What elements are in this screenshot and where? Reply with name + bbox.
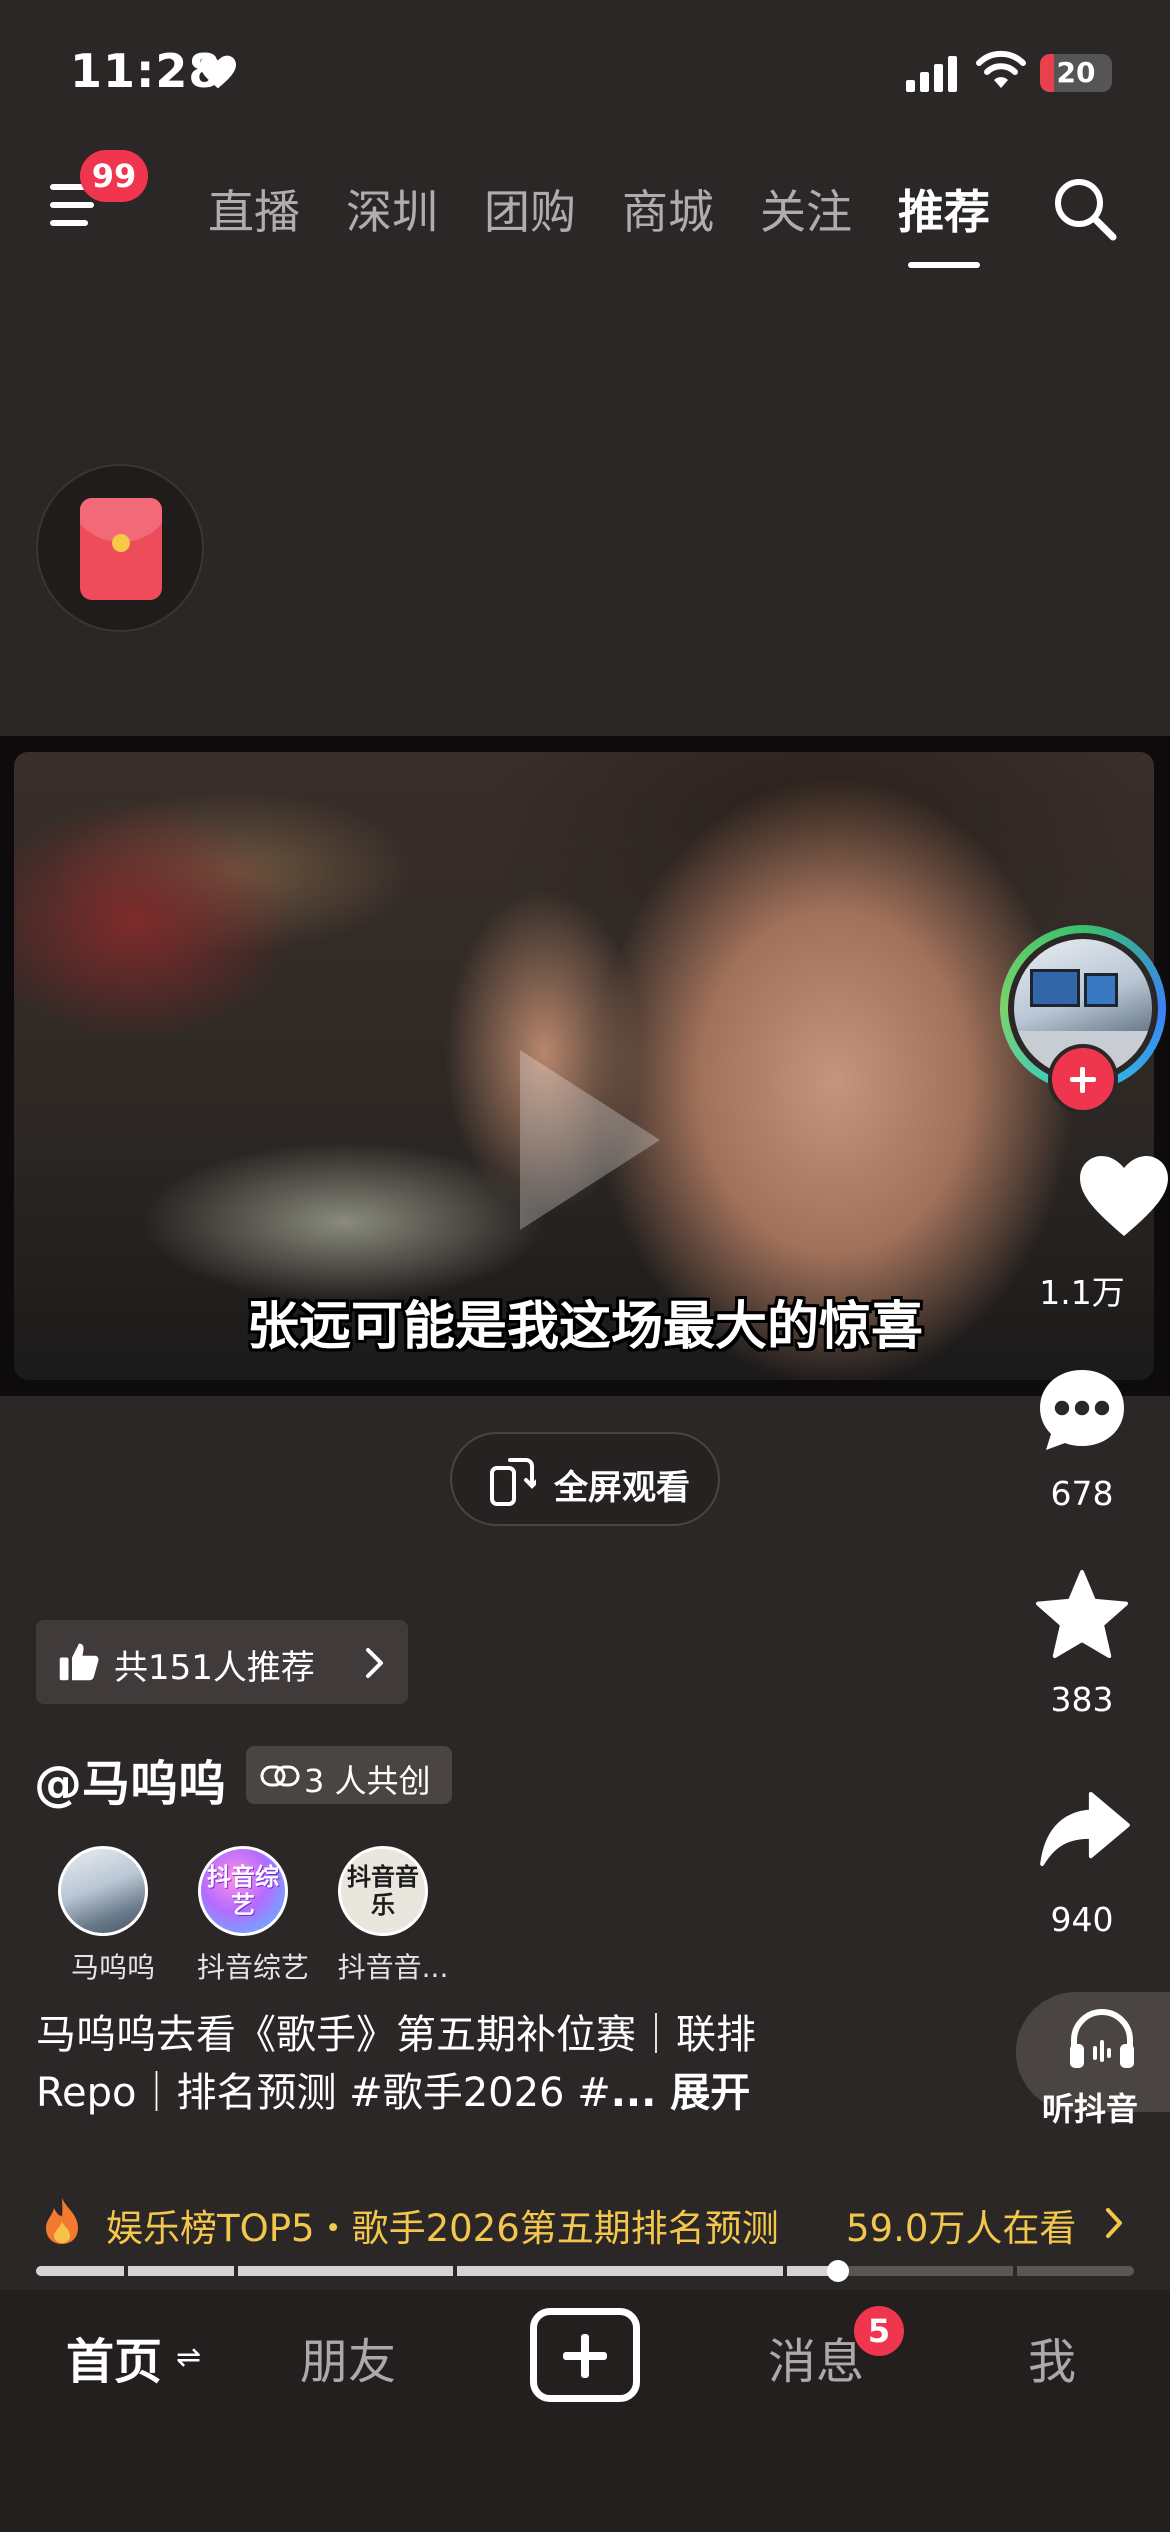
headphones-icon [1070, 2009, 1134, 2068]
tab-following[interactable]: 关注 [760, 176, 852, 242]
video-progress-bar[interactable] [36, 2260, 1134, 2282]
coauthor-name: 抖音综艺 [196, 1951, 309, 1984]
listen-douyin-label: 听抖音 [1041, 2090, 1138, 2128]
tab-mall[interactable]: 商城 [622, 176, 714, 242]
nav-friends[interactable]: 朋友 [300, 2322, 396, 2392]
link-icon [260, 1765, 300, 1787]
hot-viewer-count: 59.0万人在看 [846, 2207, 1077, 2250]
battery-icon: 20 [1040, 54, 1112, 92]
expand-caption-button[interactable]: ... 展开 [611, 2070, 751, 2116]
progress-segment-divider [1013, 2266, 1018, 2276]
like-count: 1.1万 [1039, 1273, 1125, 1312]
fullscreen-label: 全屏观看 [554, 1468, 690, 1508]
avatar: 抖音音乐 [338, 1846, 428, 1936]
share-icon[interactable] [1040, 1790, 1130, 1868]
refresh-icon[interactable]: ⇌ [176, 2340, 201, 2375]
favorite-count: 383 [1050, 1680, 1114, 1719]
progress-segment-divider [453, 2266, 458, 2276]
caption-line: Repo｜排名预测 #歌手2026 #... 展开 [36, 2064, 916, 2122]
red-envelope-icon [80, 498, 162, 600]
active-tab-indicator [908, 262, 980, 268]
caption-line: 马呜呜去看《歌手》第五期补位赛｜联排 [36, 2012, 756, 2058]
nav-home[interactable]: 首页 [66, 2322, 162, 2392]
like-icon[interactable] [1076, 1152, 1170, 1240]
caption-text: Repo｜排名预测 #歌手2026 # [36, 2070, 611, 2116]
avatar: 抖音综艺 [198, 1846, 288, 1936]
coauthor-name: 抖音音... [337, 1951, 449, 1984]
avatar [58, 1846, 148, 1936]
tab-shenzhen[interactable]: 深圳 [346, 176, 438, 242]
rotate-screen-icon [490, 1458, 536, 1506]
comment-count: 678 [1050, 1474, 1114, 1513]
battery-level: 20 [1056, 56, 1096, 89]
progress-segment-divider [782, 2266, 787, 2276]
coauthor-logo-text: 抖音音乐 [347, 1863, 419, 1919]
wifi-icon [976, 50, 1026, 88]
top-nav [0, 150, 1170, 280]
nav-me[interactable]: 我 [1028, 2322, 1076, 2392]
hot-ranking-title: 娱乐榜TOP5・歌手2026第五期排名预测 [106, 2207, 779, 2250]
progress-segment-divider [123, 2266, 128, 2276]
search-icon[interactable] [1050, 174, 1120, 244]
recommend-pill[interactable]: 共151人推荐 [36, 1620, 408, 1704]
flame-icon [46, 2198, 78, 2244]
coauthor-name: 马呜呜 [70, 1951, 155, 1984]
fullscreen-button[interactable]: 全屏观看 [450, 1432, 720, 1526]
red-packet-button[interactable] [36, 464, 204, 632]
nav-messages[interactable]: 消息 [768, 2322, 864, 2392]
progress-fill [36, 2266, 838, 2276]
tab-recommend[interactable]: 推荐 [898, 176, 990, 242]
status-bar: 11:28 20 [0, 0, 1170, 150]
hot-ranking-bar[interactable]: 娱乐榜TOP5・歌手2026第五期排名预测 59.0万人在看 [36, 2186, 1136, 2256]
heart-icon [200, 55, 236, 89]
follow-button[interactable] [1048, 1044, 1118, 1114]
tab-live[interactable]: 直播 [208, 176, 300, 242]
video-subtitle: 张远可能是我这场最大的惊喜 [246, 1297, 923, 1357]
create-plus-button[interactable] [530, 2308, 640, 2402]
tab-group-buy[interactable]: 团购 [484, 176, 576, 242]
menu-badge: 99 [80, 150, 148, 202]
recommend-label: 共151人推荐 [114, 1648, 315, 1688]
chevron-right-icon [366, 1648, 383, 1678]
comment-icon[interactable] [1034, 1362, 1130, 1458]
coauthor-logo-text: 抖音综艺 [207, 1863, 279, 1919]
share-count: 940 [1050, 1900, 1114, 1939]
signal-icon [906, 56, 957, 92]
chevron-right-icon [1106, 2208, 1122, 2238]
author-name[interactable]: @马呜呜 [34, 1744, 226, 1814]
play-icon[interactable] [520, 1050, 660, 1230]
progress-knob[interactable] [826, 2260, 849, 2282]
video-caption[interactable]: 马呜呜去看《歌手》第五期补位赛｜联排 Repo｜排名预测 #歌手2026 #..… [36, 2006, 916, 2122]
thumbs-up-icon [59, 1643, 99, 1681]
cocreate-label: 3 人共创 [304, 1762, 431, 1800]
progress-segment-divider [233, 2266, 238, 2276]
cocreate-badge[interactable]: 3 人共创 [246, 1746, 452, 1804]
messages-badge: 5 [854, 2306, 904, 2356]
favorite-icon[interactable] [1034, 1568, 1130, 1660]
